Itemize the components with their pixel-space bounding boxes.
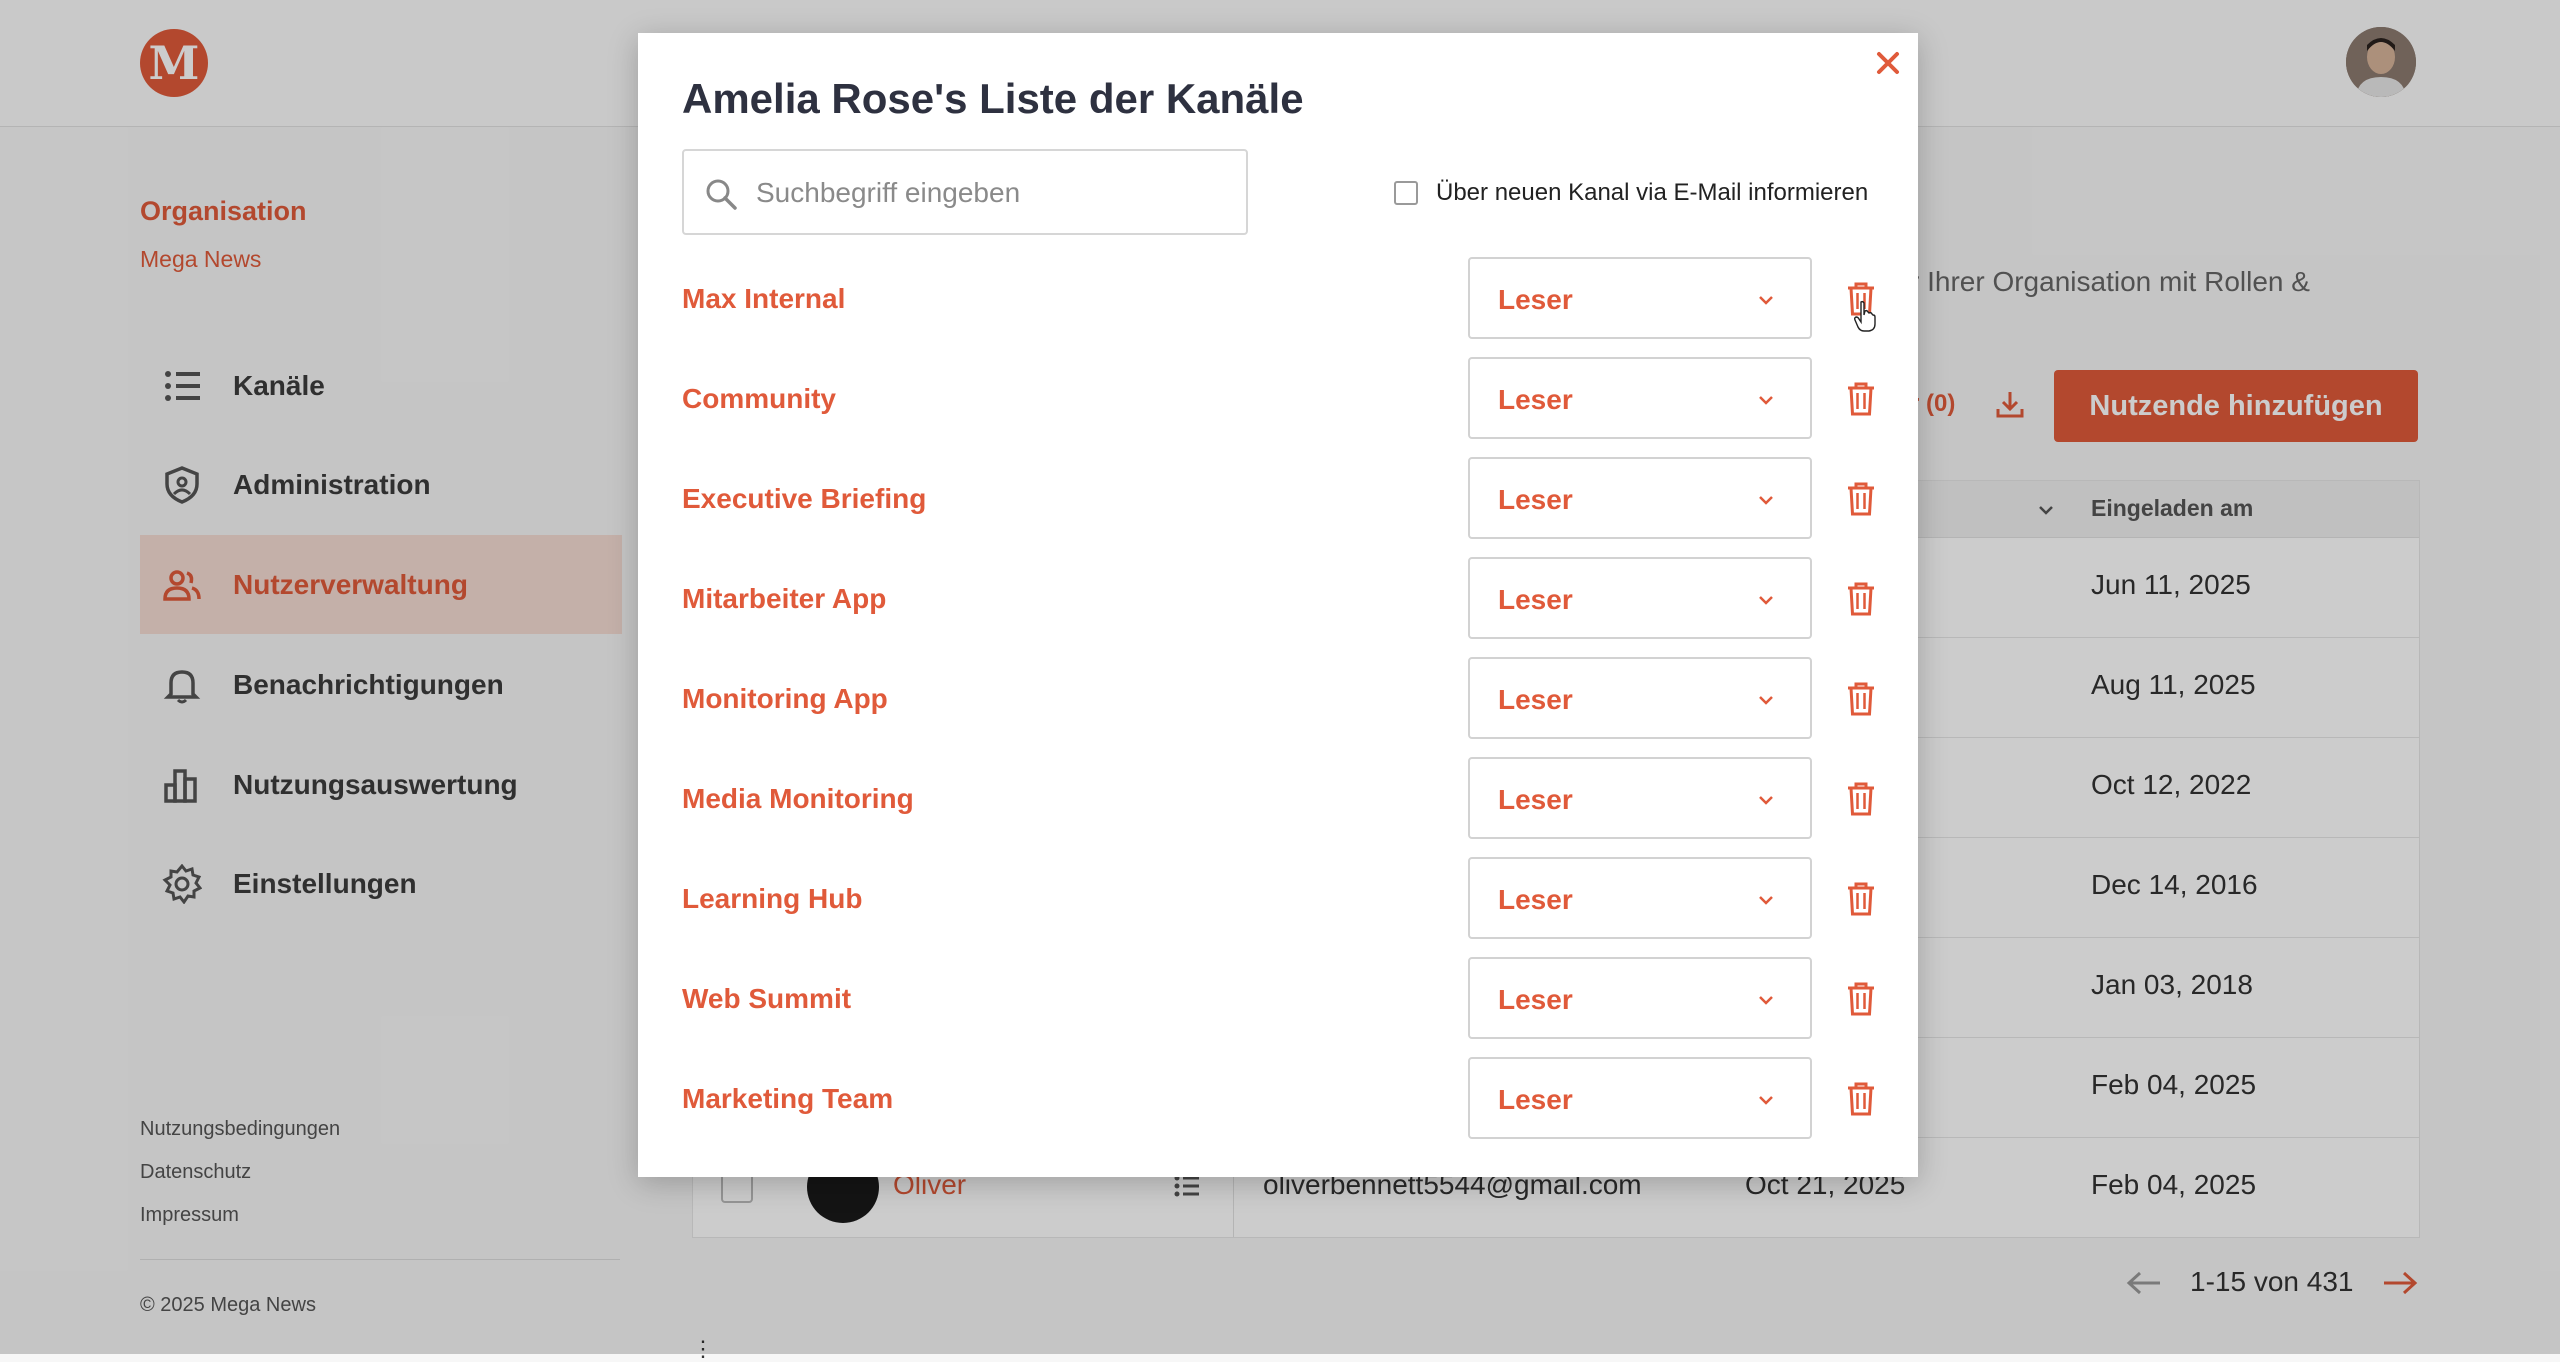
role-select[interactable]: Leser (1468, 357, 1812, 439)
trash-icon[interactable] (1844, 581, 1878, 617)
channel-name[interactable]: Web Summit (682, 983, 851, 1015)
channel-name[interactable]: Monitoring App (682, 683, 888, 715)
role-value: Leser (1498, 684, 1573, 715)
role-select[interactable]: Leser (1468, 857, 1812, 939)
role-select[interactable]: Leser (1468, 657, 1812, 739)
channel-row: Max Internal Leser (682, 257, 1882, 339)
channel-row: Mitarbeiter App Leser (682, 557, 1882, 639)
chevron-down-icon (1759, 1096, 1773, 1105)
channel-row: Web Summit Leser (682, 957, 1882, 1039)
channel-name[interactable]: Max Internal (682, 283, 845, 315)
chevron-down-icon (1759, 796, 1773, 805)
chevron-down-icon (1759, 296, 1773, 305)
close-button[interactable] (1866, 41, 1910, 85)
chevron-down-icon (1759, 596, 1773, 605)
email-notify-label[interactable]: Über neuen Kanal via E-Mail informieren (1436, 179, 1868, 207)
role-value: Leser (1498, 984, 1573, 1015)
trash-icon[interactable] (1844, 781, 1878, 817)
role-value: Leser (1498, 284, 1573, 315)
channel-row: Learning Hub Leser (682, 857, 1882, 939)
chevron-down-icon (1759, 896, 1773, 905)
channel-name[interactable]: Media Monitoring (682, 783, 914, 815)
role-select[interactable]: Leser (1468, 1057, 1812, 1139)
trash-icon[interactable] (1844, 1081, 1878, 1117)
close-icon (1877, 52, 1899, 74)
email-notify-checkbox[interactable] (1394, 181, 1418, 205)
chevron-down-icon (1759, 496, 1773, 505)
search-field[interactable] (682, 149, 1248, 235)
channel-row: Monitoring App Leser (682, 657, 1882, 739)
role-select[interactable]: Leser (1468, 957, 1812, 1039)
search-input[interactable] (754, 151, 1238, 235)
role-value: Leser (1498, 484, 1573, 515)
email-notify-option[interactable]: Über neuen Kanal via E-Mail informieren (1394, 179, 1868, 207)
trash-icon[interactable] (1844, 481, 1878, 517)
role-value: Leser (1498, 884, 1573, 915)
channel-list-dialog: Amelia Rose's Liste der Kanäle Über neue… (638, 33, 1918, 1177)
trash-icon[interactable] (1844, 981, 1878, 1017)
channel-row: Community Leser (682, 357, 1882, 439)
role-select[interactable]: Leser (1468, 557, 1812, 639)
chevron-down-icon (1759, 996, 1773, 1005)
channel-name[interactable]: Executive Briefing (682, 483, 926, 515)
trash-icon[interactable] (1844, 681, 1878, 717)
pointer-cursor-icon (1853, 300, 1876, 332)
search-icon (706, 179, 737, 210)
chevron-down-icon (1759, 396, 1773, 405)
trash-icon[interactable] (1844, 381, 1878, 417)
channel-row: Media Monitoring Leser (682, 757, 1882, 839)
channel-name[interactable]: Learning Hub (682, 883, 862, 915)
role-value: Leser (1498, 784, 1573, 815)
chevron-down-icon (1759, 696, 1773, 705)
channel-name[interactable]: Marketing Team (682, 1083, 893, 1115)
role-value: Leser (1498, 384, 1573, 415)
channel-name[interactable]: Mitarbeiter App (682, 583, 886, 615)
channel-row: Marketing Team Leser (682, 1057, 1882, 1139)
dialog-title: Amelia Rose's Liste der Kanäle (682, 75, 1304, 122)
trash-icon[interactable] (1844, 881, 1878, 917)
role-select[interactable]: Leser (1468, 257, 1812, 339)
channel-row: Executive Briefing Leser (682, 457, 1882, 539)
role-value: Leser (1498, 584, 1573, 615)
role-value: Leser (1498, 1084, 1573, 1115)
role-select[interactable]: Leser (1468, 457, 1812, 539)
channel-name[interactable]: Community (682, 383, 836, 415)
role-select[interactable]: Leser (1468, 757, 1812, 839)
